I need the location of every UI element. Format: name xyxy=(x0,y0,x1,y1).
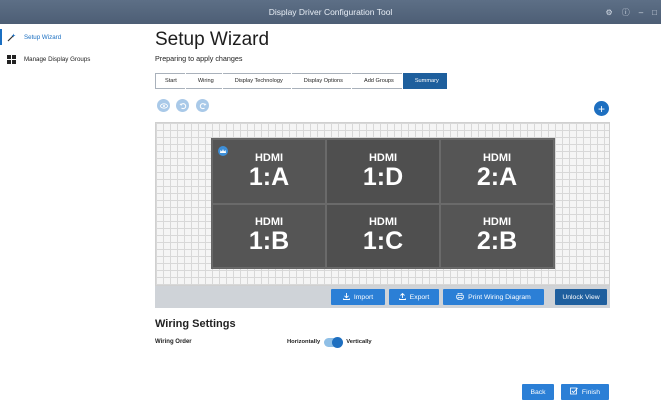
sidebar-item-label: Setup Wizard xyxy=(24,33,62,41)
display-wall: HDMI 1:A HDMI 1:D HDMI 2:A HDMI 1:B HDMI 1:C … xyxy=(211,138,555,269)
add-display-button[interactable]: + xyxy=(594,101,609,116)
back-button[interactable]: Back xyxy=(522,384,554,400)
display-tile[interactable]: HDMI 2:A xyxy=(440,139,554,204)
title-bar: Display Driver Configuration Tool ⚙ ⓘ – … xyxy=(0,0,661,24)
redo-icon[interactable] xyxy=(196,99,209,112)
wizard-steps: Start Wiring Display Technology Display … xyxy=(155,73,448,89)
import-button[interactable]: Import xyxy=(331,289,385,305)
export-button[interactable]: Export xyxy=(389,289,439,305)
step-wiring[interactable]: Wiring xyxy=(185,73,222,89)
printer-icon xyxy=(456,292,464,302)
grid-icon xyxy=(7,54,16,64)
unlock-view-button[interactable]: Unlock View xyxy=(555,289,607,305)
display-tile[interactable]: HDMI 1:C xyxy=(326,203,440,268)
undo-icon[interactable] xyxy=(176,99,189,112)
page-subtitle: Preparing to apply changes xyxy=(155,54,243,63)
toggle-knob xyxy=(332,336,344,348)
step-add-groups[interactable]: Add Groups xyxy=(351,73,402,89)
wiring-settings-title: Wiring Settings xyxy=(155,318,236,330)
group-badge-icon[interactable] xyxy=(218,146,228,156)
display-tile[interactable]: HDMI 1:B xyxy=(212,203,326,268)
window-title: Display Driver Configuration Tool xyxy=(268,7,393,17)
settings-icon[interactable]: ⚙ xyxy=(606,8,613,17)
finish-button[interactable]: Finish xyxy=(561,384,609,400)
minimize-icon[interactable]: – xyxy=(639,8,643,17)
display-tile[interactable]: HDMI 1:A xyxy=(212,139,326,204)
vertically-label: Vertically xyxy=(346,339,372,345)
download-icon xyxy=(342,292,350,302)
sidebar: Setup Wizard Manage Display Groups xyxy=(0,24,142,415)
sidebar-item-manage-display-groups[interactable]: Manage Display Groups xyxy=(0,48,142,70)
print-wiring-diagram-button[interactable]: Print Wiring Diagram xyxy=(443,289,544,305)
info-icon[interactable]: ⓘ xyxy=(622,7,630,18)
horizontally-label: Horizontally xyxy=(287,339,321,345)
step-start[interactable]: Start xyxy=(155,73,185,89)
step-display-technology[interactable]: Display Technology xyxy=(222,73,291,89)
page-title: Setup Wizard xyxy=(155,29,270,50)
maximize-icon[interactable]: □ xyxy=(652,8,657,17)
plus-icon: + xyxy=(597,101,605,116)
display-tile[interactable]: HDMI 1:D xyxy=(326,139,440,204)
step-display-options[interactable]: Display Options xyxy=(291,73,351,89)
wand-icon xyxy=(7,33,16,42)
display-tile[interactable]: HDMI 2:B xyxy=(440,203,554,268)
checkbox-icon xyxy=(570,387,578,397)
step-summary[interactable]: Summary xyxy=(402,73,447,89)
wiring-order-label: Wiring Order xyxy=(155,339,192,345)
upload-icon xyxy=(398,292,406,302)
sidebar-item-label: Manage Display Groups xyxy=(24,55,91,63)
wiring-order-toggle-group: Horizontally Vertically xyxy=(287,336,372,348)
view-icon[interactable] xyxy=(157,99,170,112)
wiring-order-toggle[interactable] xyxy=(324,336,344,348)
sidebar-item-setup-wizard[interactable]: Setup Wizard xyxy=(0,26,142,48)
